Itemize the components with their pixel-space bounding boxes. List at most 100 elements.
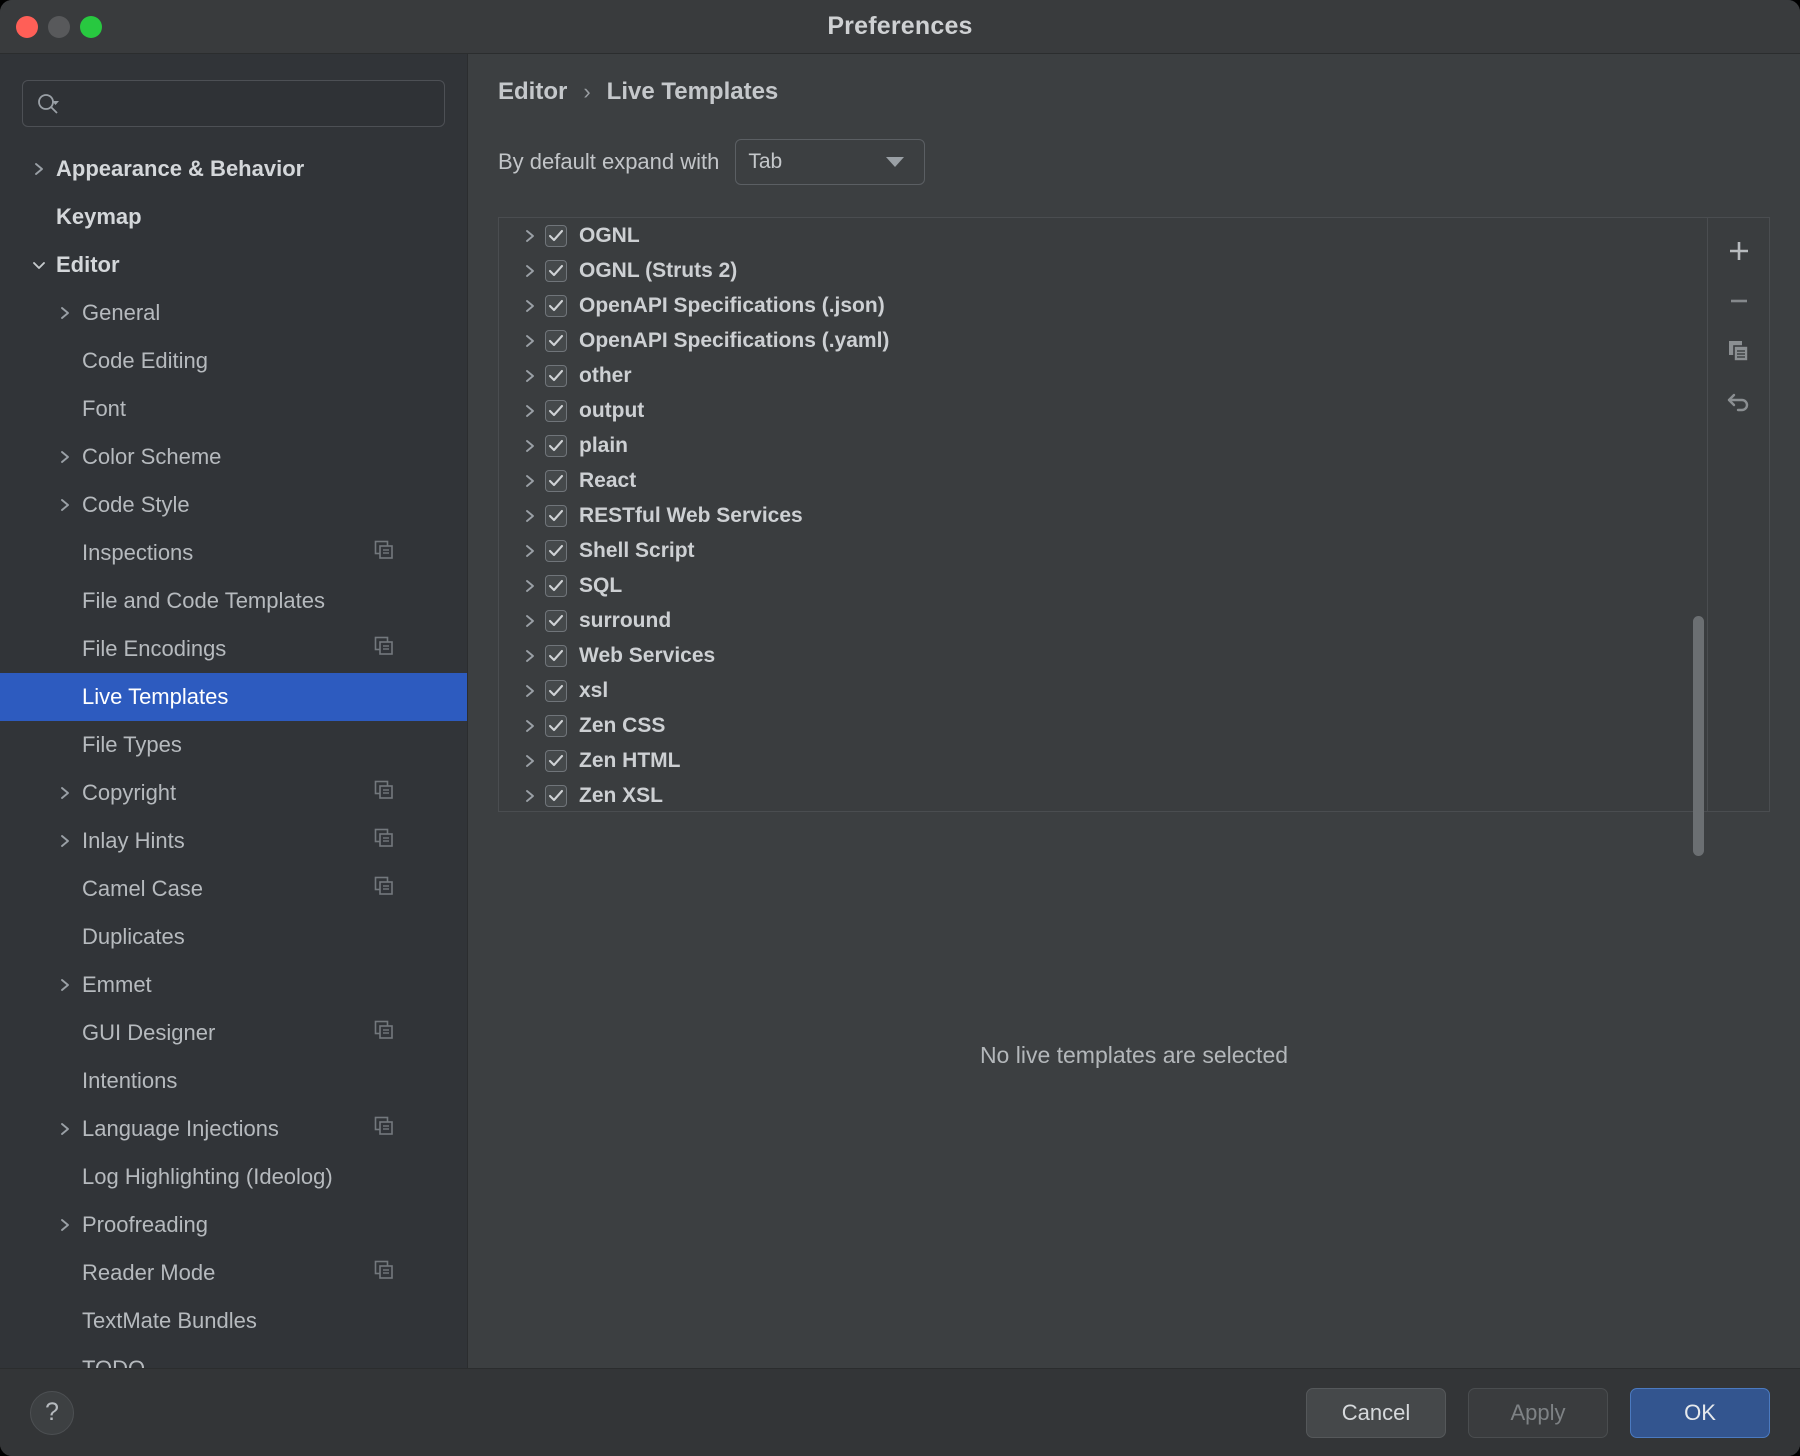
- chevron-right-icon[interactable]: [515, 368, 545, 384]
- sidebar-item-textmate-bundles[interactable]: TextMate Bundles: [0, 1297, 467, 1345]
- copy-settings-icon[interactable]: [373, 779, 395, 807]
- template-group-checkbox[interactable]: [545, 470, 567, 492]
- template-group-row[interactable]: Shell Script: [499, 533, 1690, 568]
- template-group-checkbox[interactable]: [545, 785, 567, 807]
- template-group-row[interactable]: surround: [499, 603, 1690, 638]
- sidebar-item-reader-mode[interactable]: Reader Mode: [0, 1249, 467, 1297]
- template-group-row[interactable]: xsl: [499, 673, 1690, 708]
- sidebar-item-log-highlighting-ideolog[interactable]: Log Highlighting (Ideolog): [0, 1153, 467, 1201]
- minus-button[interactable]: [1712, 278, 1766, 328]
- chevron-right-icon[interactable]: [52, 1217, 78, 1233]
- scrollbar-thumb[interactable]: [1693, 616, 1704, 856]
- template-group-row[interactable]: OGNL: [499, 218, 1690, 253]
- copy-settings-icon[interactable]: [373, 1019, 395, 1047]
- copy-settings-icon[interactable]: [373, 1115, 395, 1143]
- vertical-scrollbar[interactable]: [1690, 218, 1707, 811]
- template-group-checkbox[interactable]: [545, 365, 567, 387]
- sidebar-item-inlay-hints[interactable]: Inlay Hints: [0, 817, 467, 865]
- sidebar-item-editor[interactable]: Editor: [0, 241, 467, 289]
- sidebar-item-color-scheme[interactable]: Color Scheme: [0, 433, 467, 481]
- template-group-checkbox[interactable]: [545, 260, 567, 282]
- apply-button[interactable]: Apply: [1468, 1388, 1608, 1438]
- chevron-right-icon[interactable]: [52, 1121, 78, 1137]
- copy-settings-icon[interactable]: [373, 875, 395, 903]
- template-group-checkbox[interactable]: [545, 295, 567, 317]
- plus-button[interactable]: [1712, 228, 1766, 278]
- revert-button[interactable]: [1712, 378, 1766, 428]
- chevron-right-icon[interactable]: [515, 578, 545, 594]
- ok-button[interactable]: OK: [1630, 1388, 1770, 1438]
- chevron-right-icon[interactable]: [515, 683, 545, 699]
- sidebar-item-keymap[interactable]: Keymap: [0, 193, 467, 241]
- chevron-right-icon[interactable]: [515, 438, 545, 454]
- chevron-right-icon[interactable]: [515, 543, 545, 559]
- template-group-row[interactable]: OGNL (Struts 2): [499, 253, 1690, 288]
- search-box[interactable]: [22, 80, 445, 127]
- sidebar-item-file-and-code-templates[interactable]: File and Code Templates: [0, 577, 467, 625]
- sidebar-item-appearance-behavior[interactable]: Appearance & Behavior: [0, 145, 467, 193]
- chevron-right-icon[interactable]: [515, 788, 545, 804]
- search-input[interactable]: [69, 93, 432, 115]
- copy-button[interactable]: [1712, 328, 1766, 378]
- sidebar-item-intentions[interactable]: Intentions: [0, 1057, 467, 1105]
- template-group-row[interactable]: OpenAPI Specifications (.yaml): [499, 323, 1690, 358]
- template-group-row[interactable]: React: [499, 463, 1690, 498]
- copy-settings-icon[interactable]: [373, 1259, 395, 1287]
- template-group-checkbox[interactable]: [545, 715, 567, 737]
- breadcrumb-parent[interactable]: Editor: [498, 78, 567, 106]
- template-group-row[interactable]: plain: [499, 428, 1690, 463]
- chevron-right-icon[interactable]: [515, 403, 545, 419]
- settings-tree[interactable]: Appearance & BehaviorKeymapEditorGeneral…: [0, 145, 467, 1368]
- template-group-row[interactable]: Zen XSL: [499, 778, 1690, 811]
- template-group-checkbox[interactable]: [545, 400, 567, 422]
- sidebar-item-gui-designer[interactable]: GUI Designer: [0, 1009, 467, 1057]
- copy-settings-icon[interactable]: [373, 539, 395, 567]
- chevron-right-icon[interactable]: [515, 508, 545, 524]
- chevron-right-icon[interactable]: [515, 473, 545, 489]
- sidebar-item-general[interactable]: General: [0, 289, 467, 337]
- sidebar-item-duplicates[interactable]: Duplicates: [0, 913, 467, 961]
- template-group-checkbox[interactable]: [545, 575, 567, 597]
- help-button[interactable]: ?: [30, 1391, 74, 1435]
- sidebar-item-file-encodings[interactable]: File Encodings: [0, 625, 467, 673]
- template-group-row[interactable]: other: [499, 358, 1690, 393]
- template-group-row[interactable]: Zen HTML: [499, 743, 1690, 778]
- template-group-checkbox[interactable]: [545, 750, 567, 772]
- chevron-right-icon[interactable]: [515, 718, 545, 734]
- chevron-right-icon[interactable]: [52, 785, 78, 801]
- template-groups-list[interactable]: OGNLOGNL (Struts 2) OpenAPI Specification…: [499, 218, 1690, 811]
- template-group-row[interactable]: RESTful Web Services: [499, 498, 1690, 533]
- sidebar-item-copyright[interactable]: Copyright: [0, 769, 467, 817]
- template-group-checkbox[interactable]: [545, 330, 567, 352]
- template-group-checkbox[interactable]: [545, 645, 567, 667]
- chevron-right-icon[interactable]: [515, 298, 545, 314]
- template-group-row[interactable]: SQL: [499, 568, 1690, 603]
- template-group-checkbox[interactable]: [545, 225, 567, 247]
- sidebar-item-live-templates[interactable]: Live Templates: [0, 673, 467, 721]
- template-group-row[interactable]: Web Services: [499, 638, 1690, 673]
- template-group-checkbox[interactable]: [545, 505, 567, 527]
- sidebar-item-code-editing[interactable]: Code Editing: [0, 337, 467, 385]
- copy-settings-icon[interactable]: [373, 827, 395, 855]
- chevron-right-icon[interactable]: [26, 161, 52, 177]
- chevron-right-icon[interactable]: [52, 497, 78, 513]
- chevron-right-icon[interactable]: [52, 833, 78, 849]
- chevron-right-icon[interactable]: [515, 613, 545, 629]
- template-group-row[interactable]: output: [499, 393, 1690, 428]
- chevron-right-icon[interactable]: [52, 449, 78, 465]
- sidebar-item-todo[interactable]: TODO: [0, 1345, 467, 1368]
- sidebar-item-code-style[interactable]: Code Style: [0, 481, 467, 529]
- template-group-checkbox[interactable]: [545, 435, 567, 457]
- expand-with-select[interactable]: Tab: [735, 139, 925, 185]
- chevron-right-icon[interactable]: [515, 753, 545, 769]
- chevron-right-icon[interactable]: [52, 977, 78, 993]
- sidebar-item-inspections[interactable]: Inspections: [0, 529, 467, 577]
- template-group-row[interactable]: Zen CSS: [499, 708, 1690, 743]
- cancel-button[interactable]: Cancel: [1306, 1388, 1446, 1438]
- sidebar-item-file-types[interactable]: File Types: [0, 721, 467, 769]
- template-group-checkbox[interactable]: [545, 680, 567, 702]
- sidebar-item-proofreading[interactable]: Proofreading: [0, 1201, 467, 1249]
- template-group-checkbox[interactable]: [545, 540, 567, 562]
- sidebar-item-language-injections[interactable]: Language Injections: [0, 1105, 467, 1153]
- sidebar-item-font[interactable]: Font: [0, 385, 467, 433]
